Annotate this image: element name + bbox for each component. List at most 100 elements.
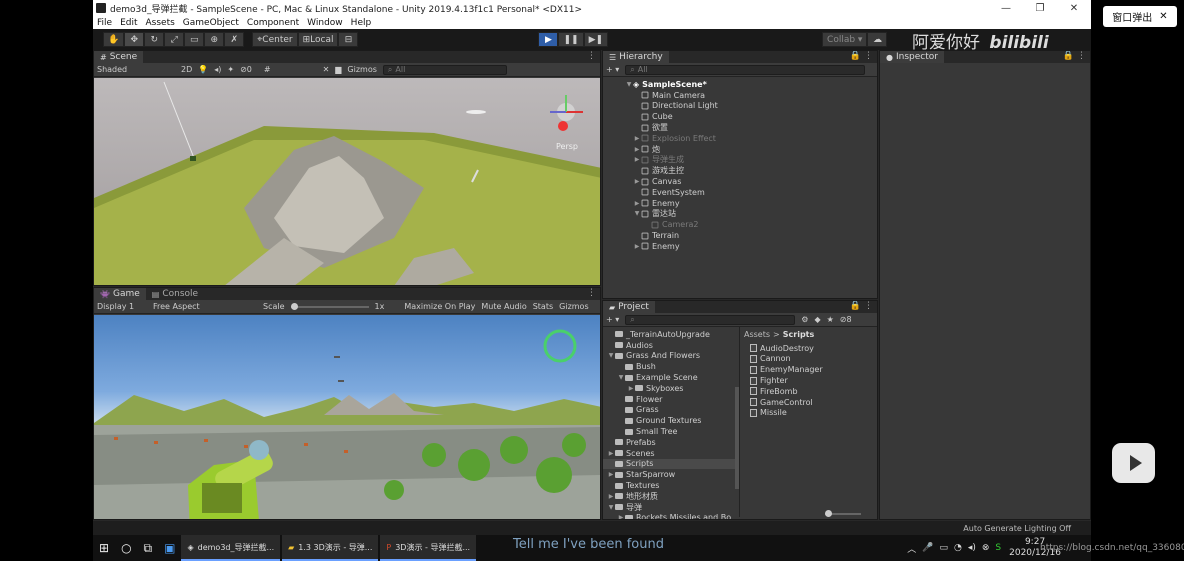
project-folder-item[interactable]: ▶ Skyboxes [603,383,739,394]
grid-snap-icon[interactable]: ⊟ [338,32,359,47]
2d-toggle[interactable]: 2D [181,65,192,74]
menu-gameobject[interactable]: GameObject [183,18,239,28]
project-file-item[interactable]: Missile [744,408,873,419]
play-button[interactable]: ▶ [538,32,559,47]
expand-arrow-icon[interactable]: ▼ [607,504,615,511]
expand-arrow-icon[interactable]: ▶ [633,156,641,163]
filter-type-icon[interactable]: ⚙ [801,315,808,324]
hierarchy-item[interactable]: ▼ 雷达站 [603,209,877,220]
project-folder-item[interactable]: Scripts [603,458,739,470]
project-folder-item[interactable]: ▶ Scenes [603,448,739,459]
expand-arrow-icon[interactable]: ▶ [633,178,641,185]
project-file-item[interactable]: Cannon [744,354,873,365]
space-local-button[interactable]: ⊞ Local [297,32,339,47]
project-folder-item[interactable]: _TerrainAutoUpgrade [603,329,739,340]
effects-toggle-icon[interactable]: ✦ [227,65,234,74]
expand-arrow-icon[interactable]: ▼ [617,374,625,381]
expand-arrow-icon[interactable]: ▶ [633,135,641,142]
hierarchy-item[interactable]: ▶ 炮 [603,144,877,155]
project-folder-item[interactable]: ▶ 地形材质 [603,491,739,502]
pivot-center-button[interactable]: ⌖ Center [252,32,298,47]
audio-toggle-icon[interactable]: ◂) [214,65,221,74]
expand-arrow-icon[interactable]: ▶ [633,243,641,250]
mute-audio-toggle[interactable]: Mute Audio [481,302,526,311]
expand-arrow-icon[interactable]: ▼ [633,210,641,217]
project-file-item[interactable]: FireBomb [744,386,873,397]
popout-close-icon[interactable]: ✕ [1159,11,1167,22]
tools-icon[interactable]: ✕ [323,65,330,74]
hierarchy-add-button[interactable]: + ▾ [606,65,619,74]
hierarchy-item[interactable]: EventSystem [603,187,877,198]
expand-arrow-icon[interactable]: ▶ [617,514,625,519]
menu-window[interactable]: Window [307,18,343,28]
pause-button[interactable]: ❚❚ [558,32,584,47]
project-folder-item[interactable]: Textures [603,480,739,491]
collapse-arrow-icon[interactable]: ▼ [625,81,633,88]
breadcrumb-root[interactable]: Assets [744,330,770,339]
bilibili-play-button[interactable] [1112,443,1155,483]
project-folder-item[interactable]: ▼ Grass And Flowers [603,351,739,362]
panel-menu-icon[interactable]: ⋮ [587,51,596,61]
scale-slider-knob[interactable] [290,302,298,310]
tray-expand-icon[interactable]: ︿ [907,542,916,555]
expand-arrow-icon[interactable]: ▶ [627,385,635,392]
hierarchy-item[interactable]: Terrain [603,230,877,241]
scene-search-input[interactable]: ⌕ All [382,64,507,75]
hierarchy-item[interactable]: 游戏主控 [603,165,877,176]
menu-component[interactable]: Component [247,18,299,28]
minimize-icon[interactable]: — [989,3,1023,14]
scene-gizmo[interactable] [550,95,583,131]
icon-size-slider[interactable] [825,510,861,517]
wifi-icon[interactable]: ◔ [954,543,962,553]
project-folder-item[interactable]: ▶ Rockets Missiles and Bo [603,513,739,519]
hierarchy-item[interactable]: Cube [603,111,877,122]
hidden-packages-icon[interactable]: ⊘8 [840,315,858,324]
favorite-icon[interactable]: ★ [827,315,834,324]
menu-edit[interactable]: Edit [120,18,137,28]
lighting-toggle-icon[interactable]: 💡 [198,65,208,74]
expand-arrow-icon[interactable]: ▶ [607,471,615,478]
project-file-item[interactable]: GameControl [744,397,873,408]
cloud-icon[interactable]: ☁ [867,32,888,47]
scene-root-row[interactable]: ▼ ◈ SampleScene* [603,79,877,90]
tab-scene[interactable]: # Scene [94,51,144,63]
expand-arrow-icon[interactable]: ▶ [607,493,615,500]
transform-tool-icon[interactable]: ⊕ [204,32,225,47]
hierarchy-item[interactable]: ▶ 导弹生成 [603,155,877,166]
project-folder-item[interactable]: Prefabs [603,437,739,448]
shading-dropdown[interactable]: Shaded [97,65,175,74]
game-viewport[interactable] [94,315,600,519]
expand-arrow-icon[interactable]: ▶ [633,146,641,153]
filter-label-icon[interactable]: ◆ [814,315,820,324]
icon-size-knob[interactable] [825,510,832,517]
tab-game[interactable]: 👾 Game [94,288,146,300]
custom-tool-icon[interactable]: ✗ [224,32,245,47]
collab-button[interactable]: Collab ▾ [822,32,868,47]
hierarchy-item[interactable]: 欲置 [603,122,877,133]
scale-tool-icon[interactable]: ⤢ [164,32,185,47]
scene-viewport[interactable]: Persp [94,78,600,285]
project-file-item[interactable]: Fighter [744,375,873,386]
grid-toggle-icon[interactable]: # [264,65,271,74]
move-tool-icon[interactable]: ✥ [124,32,145,47]
scene-gizmos-dropdown[interactable]: Gizmos [347,65,376,74]
hierarchy-item[interactable]: ▶ Explosion Effect [603,133,877,144]
hierarchy-item[interactable]: ▶ Enemy [603,198,877,209]
project-folder-item[interactable]: Flower [603,394,739,405]
project-folder-item[interactable]: Ground Textures [603,415,739,426]
display-dropdown[interactable]: Display 1 [97,302,147,311]
tab-hierarchy[interactable]: ☰ Hierarchy [603,51,669,63]
microphone-icon[interactable]: 🎤 [922,543,933,553]
menu-file[interactable]: File [97,18,112,28]
project-file-item[interactable]: AudioDestroy [744,343,873,354]
game-gizmos-dropdown[interactable]: Gizmos [559,302,588,311]
project-folder-item[interactable]: Audios [603,340,739,351]
hierarchy-item[interactable]: Camera2 [603,219,877,230]
expand-arrow-icon[interactable]: ▶ [607,450,615,457]
menu-help[interactable]: Help [351,18,372,28]
breadcrumb-current[interactable]: Scripts [783,330,815,339]
close-icon[interactable]: ✕ [1057,3,1091,14]
hierarchy-item[interactable]: Directional Light [603,101,877,112]
project-file-item[interactable]: EnemyManager [744,364,873,375]
taskbar-unity[interactable]: ◈ demo3d_导弹拦截... [181,535,281,561]
